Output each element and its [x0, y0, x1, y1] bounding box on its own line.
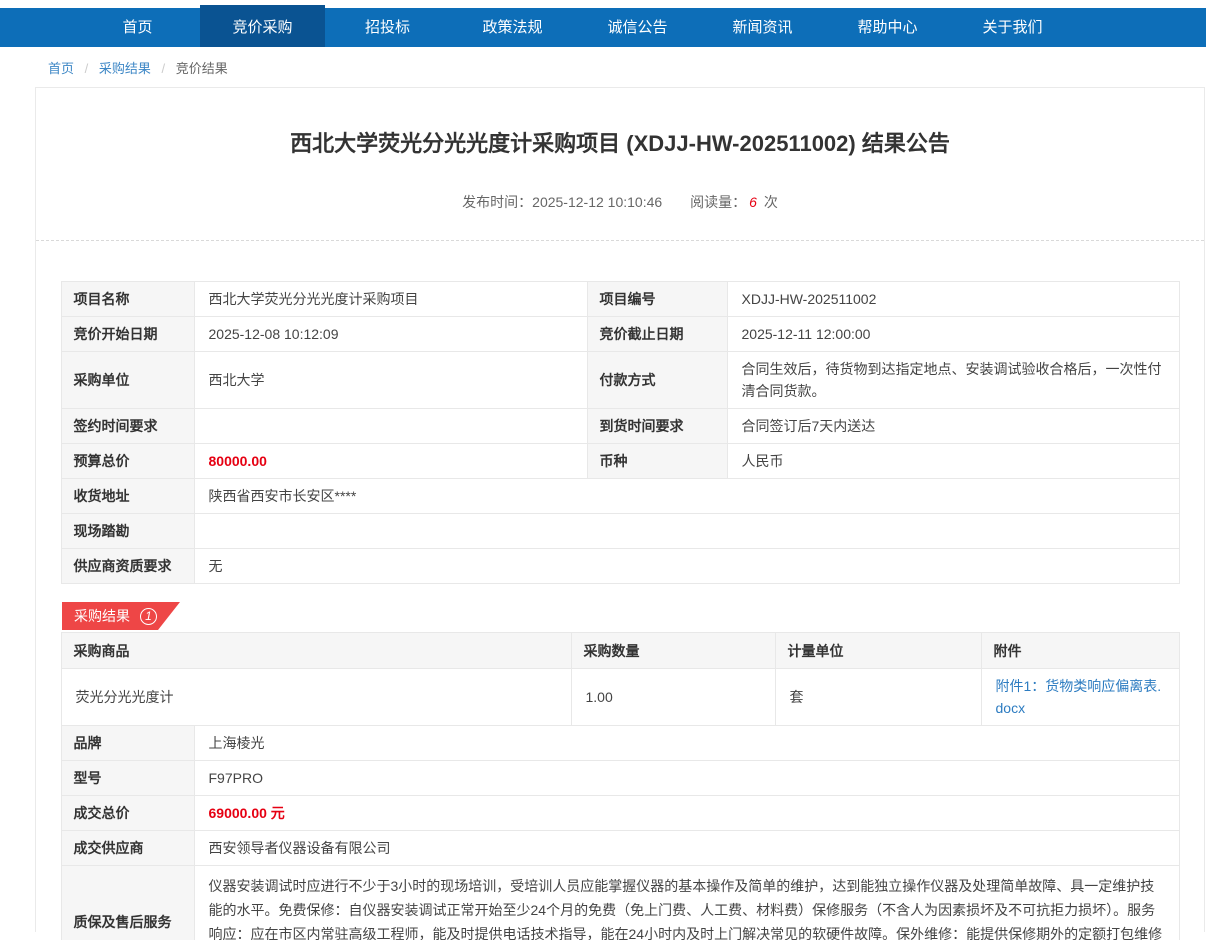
publish-meta: 发布时间：2025-12-12 10:10:46 阅读量：6 次 — [36, 192, 1204, 212]
info-value: 合同签订后7天内送达 — [727, 409, 1179, 444]
table-row: 采购单位 西北大学 付款方式 合同生效后，待货物到达指定地点、安装调试验收合格后… — [61, 352, 1179, 409]
info-label: 项目编号 — [587, 282, 727, 317]
breadcrumb: 首页 / 采购结果 / 竞价结果 — [0, 47, 1218, 87]
info-value: 无 — [194, 549, 1179, 584]
detail-label: 型号 — [61, 761, 194, 796]
views-count: 6 — [749, 194, 757, 210]
breadcrumb-separator: / — [85, 61, 89, 76]
table-row: 荧光分光光度计 1.00 套 附件1：货物类响应偏离表.docx — [61, 669, 1179, 726]
product-quantity: 1.00 — [571, 669, 775, 726]
nav-item-about-us[interactable]: 关于我们 — [950, 8, 1075, 47]
result-detail-table: 品牌 上海棱光 型号 F97PRO 成交总价 69000.00 元 成交供应商 … — [61, 725, 1180, 940]
project-info-table: 项目名称 西北大学荧光分光光度计采购项目 项目编号 XDJJ-HW-202511… — [61, 281, 1180, 584]
winning-supplier-value: 西安领导者仪器设备有限公司 — [194, 831, 1179, 866]
page-title: 西北大学荧光分光光度计采购项目 (XDJJ-HW-202511002) 结果公告 — [36, 88, 1204, 158]
publish-time-value: 2025-12-12 10:10:46 — [532, 194, 662, 210]
model-value: F97PRO — [194, 761, 1179, 796]
info-value: XDJJ-HW-202511002 — [727, 282, 1179, 317]
detail-label: 成交供应商 — [61, 831, 194, 866]
breadcrumb-separator: / — [162, 61, 166, 76]
top-navigation: 首页 竞价采购 招投标 政策法规 诚信公告 新闻资讯 帮助中心 关于我们 — [0, 8, 1206, 47]
info-label: 币种 — [587, 444, 727, 479]
table-row: 竞价开始日期 2025-12-08 10:12:09 竞价截止日期 2025-1… — [61, 317, 1179, 352]
info-label: 采购单位 — [61, 352, 194, 409]
breadcrumb-home[interactable]: 首页 — [48, 61, 74, 76]
info-value: 西北大学 — [194, 352, 587, 409]
views-label: 阅读量： — [690, 194, 746, 210]
table-row: 成交总价 69000.00 元 — [61, 796, 1179, 831]
purchase-result-tag: 采购结果 1 — [62, 602, 180, 630]
info-label: 项目名称 — [61, 282, 194, 317]
nav-item-home[interactable]: 首页 — [75, 8, 200, 47]
nav-item-bidding-purchase[interactable]: 竞价采购 — [200, 8, 325, 47]
column-header-unit: 计量单位 — [775, 633, 981, 669]
brand-value: 上海棱光 — [194, 726, 1179, 761]
announcement-card: 西北大学荧光分光光度计采购项目 (XDJJ-HW-202511002) 结果公告… — [35, 87, 1205, 932]
nav-item-help-center[interactable]: 帮助中心 — [825, 8, 950, 47]
info-value: 2025-12-11 12:00:00 — [727, 317, 1179, 352]
table-row: 项目名称 西北大学荧光分光光度计采购项目 项目编号 XDJJ-HW-202511… — [61, 282, 1179, 317]
attachment-link[interactable]: 附件1：货物类响应偏离表.docx — [996, 678, 1162, 716]
purchase-result-index-badge: 1 — [140, 608, 157, 625]
views-unit: 次 — [764, 194, 778, 210]
breadcrumb-current-bidding-results: 竞价结果 — [176, 61, 228, 76]
table-row: 成交供应商 西安领导者仪器设备有限公司 — [61, 831, 1179, 866]
info-value — [194, 514, 1179, 549]
purchase-result-tag-label: 采购结果 — [74, 606, 130, 626]
table-row: 预算总价 80000.00 币种 人民币 — [61, 444, 1179, 479]
table-row: 质保及售后服务 仪器安装调试时应进行不少于3小时的现场培训，受培训人员应能掌握仪… — [61, 866, 1179, 940]
product-name: 荧光分光光度计 — [61, 669, 571, 726]
detail-label: 质保及售后服务 — [61, 866, 194, 940]
table-row: 供应商资质要求 无 — [61, 549, 1179, 584]
detail-label: 成交总价 — [61, 796, 194, 831]
product-unit: 套 — [775, 669, 981, 726]
table-row: 收货地址 陕西省西安市长安区**** — [61, 479, 1179, 514]
info-label: 收货地址 — [61, 479, 194, 514]
publish-time-label: 发布时间： — [462, 194, 532, 210]
info-value: 2025-12-08 10:12:09 — [194, 317, 587, 352]
budget-total-value: 80000.00 — [194, 444, 587, 479]
breadcrumb-purchase-results[interactable]: 采购结果 — [99, 61, 151, 76]
info-label: 付款方式 — [587, 352, 727, 409]
detail-label: 品牌 — [61, 726, 194, 761]
info-label: 供应商资质要求 — [61, 549, 194, 584]
column-header-product: 采购商品 — [61, 633, 571, 669]
nav-item-integrity-notice[interactable]: 诚信公告 — [575, 8, 700, 47]
info-value — [194, 409, 587, 444]
table-row: 现场踏勘 — [61, 514, 1179, 549]
info-value: 陕西省西安市长安区**** — [194, 479, 1179, 514]
info-label: 签约时间要求 — [61, 409, 194, 444]
info-label: 到货时间要求 — [587, 409, 727, 444]
info-label: 现场踏勘 — [61, 514, 194, 549]
deal-total-price-value: 69000.00 元 — [194, 796, 1179, 831]
info-value: 合同生效后，待货物到达指定地点、安装调试验收合格后，一次性付清合同货款。 — [727, 352, 1179, 409]
table-row: 型号 F97PRO — [61, 761, 1179, 796]
info-value: 西北大学荧光分光光度计采购项目 — [194, 282, 587, 317]
product-table: 采购商品 采购数量 计量单位 附件 荧光分光光度计 1.00 套 附件1：货物类… — [61, 632, 1180, 726]
info-label: 竞价截止日期 — [587, 317, 727, 352]
warranty-service-value: 仪器安装调试时应进行不少于3小时的现场培训，受培训人员应能掌握仪器的基本操作及简… — [194, 866, 1179, 940]
table-header-row: 采购商品 采购数量 计量单位 附件 — [61, 633, 1179, 669]
nav-item-tender[interactable]: 招投标 — [325, 8, 450, 47]
info-value: 人民币 — [727, 444, 1179, 479]
nav-item-policies[interactable]: 政策法规 — [450, 8, 575, 47]
nav-item-news[interactable]: 新闻资讯 — [700, 8, 825, 47]
column-header-attachment: 附件 — [981, 633, 1179, 669]
info-label: 竞价开始日期 — [61, 317, 194, 352]
table-row: 签约时间要求 到货时间要求 合同签订后7天内送达 — [61, 409, 1179, 444]
table-row: 品牌 上海棱光 — [61, 726, 1179, 761]
column-header-quantity: 采购数量 — [571, 633, 775, 669]
dashed-divider — [36, 240, 1204, 241]
info-label: 预算总价 — [61, 444, 194, 479]
